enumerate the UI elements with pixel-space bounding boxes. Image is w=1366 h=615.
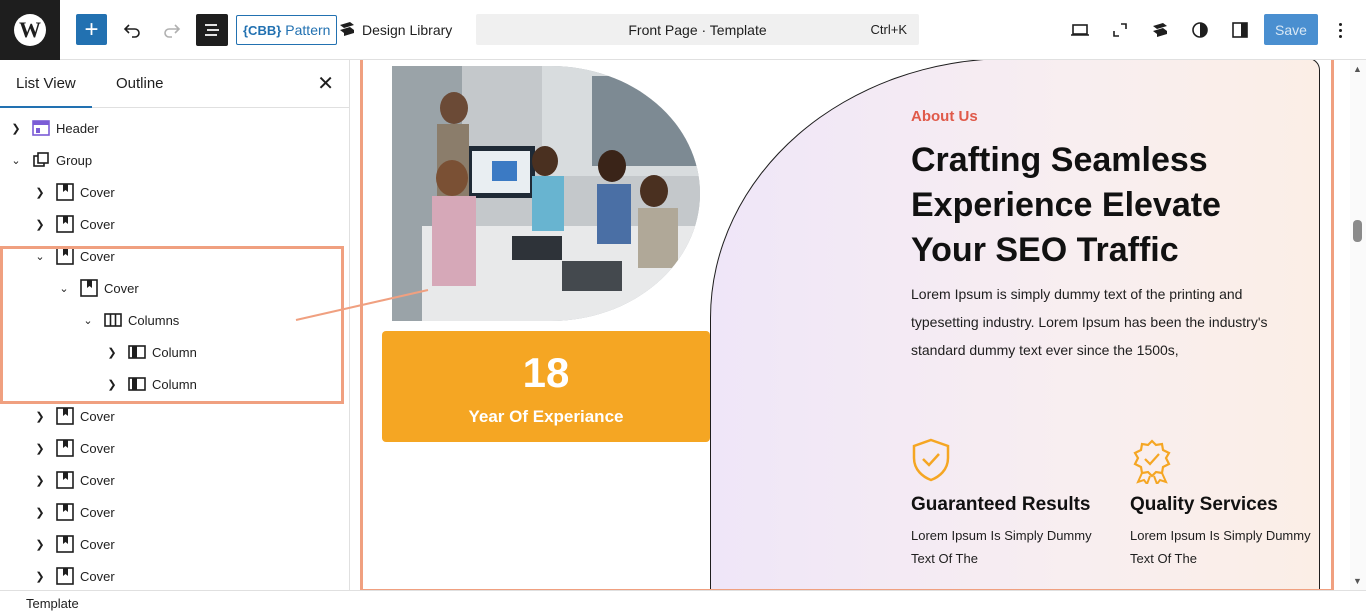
fullscreen-icon[interactable] <box>1104 14 1136 46</box>
cover-icon <box>56 567 74 585</box>
pattern-label: Pattern <box>285 22 331 38</box>
list-item-header[interactable]: ❯ Header <box>8 112 99 144</box>
list-item-label: Cover <box>80 536 115 552</box>
add-block-button[interactable]: + <box>76 14 107 45</box>
list-item-label: Cover <box>80 408 115 424</box>
chevron-right-icon[interactable]: ❯ <box>32 538 48 551</box>
editor-canvas[interactable]: 18 Year Of Experiance About Us Crafting … <box>351 60 1366 590</box>
feature-quality-services: Quality Services Lorem Ipsum Is Simply D… <box>1130 438 1320 570</box>
list-item-cover[interactable]: ❯ Cover <box>32 400 115 432</box>
chevron-right-icon[interactable]: ❯ <box>32 474 48 487</box>
connector-arrow <box>295 289 429 321</box>
award-badge-icon <box>1130 438 1171 487</box>
block-breadcrumb-bar: Template <box>0 590 1366 615</box>
list-item-label: Cover <box>80 472 115 488</box>
command-shortcut: Ctrl+K <box>870 22 907 37</box>
document-title: Front Page · Template <box>628 22 767 38</box>
feature-description: Lorem Ipsum Is Simply Dummy Text Of The <box>911 528 1092 566</box>
scrollbar-thumb[interactable] <box>1353 220 1362 242</box>
cover-icon <box>56 535 74 553</box>
tab-list-view[interactable]: List View <box>0 60 92 108</box>
list-item-label: Cover <box>80 216 115 232</box>
template-part-icon <box>32 119 50 137</box>
stat-number: 18 <box>522 349 570 396</box>
list-item-cover[interactable]: ❯ Cover <box>32 208 115 240</box>
settings-sidebar-icon[interactable] <box>1224 14 1256 46</box>
group-icon <box>32 151 50 169</box>
cover-icon <box>56 407 74 425</box>
pattern-button[interactable]: {CBB} Pattern <box>236 15 338 45</box>
tab-outline[interactable]: Outline <box>100 60 180 108</box>
chevron-right-icon[interactable]: ❯ <box>32 506 48 519</box>
list-item-cover[interactable]: ❯ Cover <box>32 464 115 496</box>
scroll-down-icon[interactable]: ▼ <box>1353 576 1362 586</box>
cover-icon <box>56 215 74 233</box>
cbb-badge: {CBB} <box>243 22 282 38</box>
chevron-right-icon[interactable]: ❯ <box>32 186 48 199</box>
design-library-button[interactable]: Design Library <box>338 15 452 45</box>
styles-contrast-icon[interactable] <box>1184 14 1216 46</box>
cover-icon <box>56 503 74 521</box>
feature-title: Quality Services <box>1130 494 1278 515</box>
chevron-right-icon[interactable]: ❯ <box>32 410 48 423</box>
list-item-label: Cover <box>80 504 115 520</box>
design-library-toolbar-icon[interactable] <box>1144 14 1176 46</box>
chevron-right-icon[interactable]: ❯ <box>32 218 48 231</box>
list-item-label: Cover <box>80 568 115 584</box>
editor-toolbar: W + {CBB} Pattern Design Library Front P… <box>0 0 1366 60</box>
command-palette-bar[interactable]: Front Page · Template Ctrl+K <box>476 14 919 45</box>
list-item-cover[interactable]: ❯ Cover <box>32 176 115 208</box>
design-library-icon <box>338 20 356 41</box>
about-eyebrow: About Us <box>911 108 978 125</box>
list-item-cover[interactable]: ❯ Cover <box>32 432 115 464</box>
stat-label: Year Of Experiance <box>468 407 624 426</box>
list-item-cover[interactable]: ❯ Cover <box>32 496 115 528</box>
redo-icon[interactable] <box>156 14 188 46</box>
list-item-label: Cover <box>80 440 115 456</box>
list-item-group[interactable]: ⌄ Group <box>8 144 92 176</box>
feature-title: Guaranteed Results <box>911 494 1091 515</box>
wordpress-logo-icon[interactable]: W <box>0 0 60 60</box>
desktop-preview-icon[interactable] <box>1064 14 1096 46</box>
about-heading: Crafting Seamless Experience Elevate You… <box>911 141 1221 269</box>
canvas-scrollbar[interactable]: ▲ ▼ <box>1350 60 1366 590</box>
list-item-label: Group <box>56 152 93 168</box>
list-item-label: Cover <box>80 184 115 200</box>
scroll-up-icon[interactable]: ▲ <box>1353 64 1362 74</box>
close-icon[interactable]: ✕ <box>317 72 334 96</box>
experience-stat-card: 18 Year Of Experiance <box>382 331 710 442</box>
list-item-cover[interactable]: ❯ Cover <box>32 560 115 590</box>
save-button[interactable]: Save <box>1264 14 1318 45</box>
chevron-right-icon[interactable]: ❯ <box>8 122 24 135</box>
more-options-icon[interactable] <box>1330 14 1350 46</box>
feature-description: Lorem Ipsum Is Simply Dummy Text Of The <box>1130 528 1311 566</box>
shield-check-icon <box>911 438 951 482</box>
feature-guaranteed-results: Guaranteed Results Lorem Ipsum Is Simply… <box>911 438 1101 570</box>
list-view-button[interactable] <box>196 14 228 46</box>
list-item-label: Header <box>56 120 99 136</box>
sidebar-tabs: List View Outline ✕ <box>0 60 349 108</box>
design-library-label: Design Library <box>362 22 453 38</box>
cover-icon <box>56 183 74 201</box>
cover-icon <box>56 471 74 489</box>
chevron-right-icon[interactable]: ❯ <box>32 570 48 583</box>
chevron-down-icon[interactable]: ⌄ <box>8 154 24 167</box>
undo-icon[interactable] <box>116 14 148 46</box>
about-description: Lorem Ipsum is simply dummy text of the … <box>911 286 1268 358</box>
cover-icon <box>56 439 74 457</box>
breadcrumb-template[interactable]: Template <box>26 596 79 611</box>
chevron-right-icon[interactable]: ❯ <box>32 442 48 455</box>
list-item-cover[interactable]: ❯ Cover <box>32 528 115 560</box>
